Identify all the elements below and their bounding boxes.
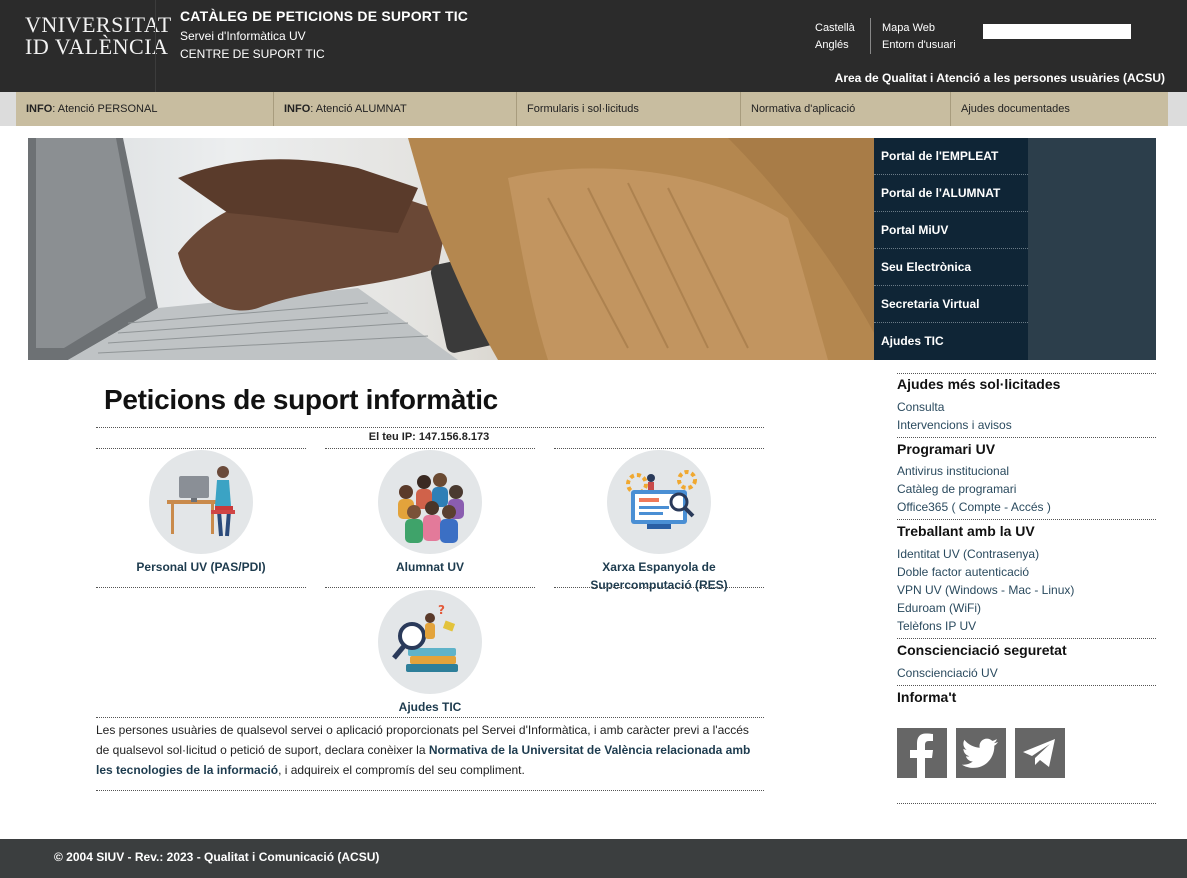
language-links: Castellà Anglés [815,20,855,54]
footer-copyright: © 2004 SIUV - Rev.: 2023 - Qualitat i Co… [54,850,380,864]
entorn-usuari-link[interactable]: Entorn d'usuari [882,37,956,54]
divider [897,519,1156,520]
portal-miuv-link[interactable]: Portal MiUV [874,212,1028,249]
main-nav: INFO: Atenció PERSONAL INFO: Atenció ALU… [0,92,1187,126]
divider [897,638,1156,639]
divider [96,790,764,791]
nav-info-personal-bold: INFO [26,103,53,115]
legal-notice: Les persones usuàries de qualsevol serve… [96,720,764,780]
search-input[interactable] [983,24,1131,39]
tile-res-label: Xarxa Espanyola de Supercomputació (RES) [590,560,728,592]
seu-electronica-link[interactable]: Seu Electrònica [874,249,1028,286]
site-subtitle-center: CENTRE DE SUPORT TIC [180,47,325,61]
sidebar-link-cataleg[interactable]: Catàleg de programari [897,482,1016,496]
nav-info-personal-label: : Atenció PERSONAL [52,103,158,115]
header-titles: CATÀLEG DE PETICIONS DE SUPORT TIC Serve… [180,8,468,62]
svg-text:?: ? [438,603,445,617]
nav-normativa[interactable]: Normativa d'aplicació [741,92,951,126]
divider [325,448,535,449]
tile-ajudes-tic-label: Ajudes TIC [398,700,462,714]
nav-formularis[interactable]: Formularis i sol·licituds [517,92,741,126]
main-nav-inner: INFO: Atenció PERSONAL INFO: Atenció ALU… [16,92,1168,126]
page-title: Peticions de suport informàtic [104,384,498,415]
nav-ajudes-documentades[interactable]: Ajudes documentades [951,92,1168,126]
portal-menu: Portal de l'EMPLEAT Portal de l'ALUMNAT … [874,138,1028,360]
lang-angles-link[interactable]: Anglés [815,37,855,54]
sidebar-heading-informat: Informa't [897,689,957,705]
nav-info-alumnat-label: : Atenció ALUMNAT [310,103,407,115]
ip-address: El teu IP: 147.156.8.173 [368,431,490,443]
divider [96,717,764,718]
secretaria-virtual-link[interactable]: Secretaria Virtual [874,286,1028,323]
site-subtitle-service: Servei d'Informàtica UV [180,29,306,43]
twitter-icon[interactable] [956,728,1006,778]
sidebar-link-consciencia[interactable]: Conscienciació UV [897,666,998,680]
tile-ajudes-tic[interactable]: ? Ajudes TIC [325,590,535,716]
sidebar-link-office365[interactable]: Office365 ( Compte - Accés ) [897,500,1051,514]
sidebar-link-antivirus[interactable]: Antivirus institucional [897,464,1009,478]
divider [554,448,764,449]
sidebar-heading-treballant: Treballant amb la UV [897,523,1035,539]
sidebar-link-eduroam[interactable]: Eduroam (WiFi) [897,601,981,615]
acsu-link[interactable]: Area de Qualitat i Atenció a les persone… [835,71,1165,85]
divider [897,685,1156,686]
site-header: VNIVERSITAT ID VALÈNCIA CATÀLEG DE PETIC… [0,0,1187,92]
sidebar-heading-ajudes: Ajudes més sol·licitades [897,376,1061,392]
logo-line2: ID VALÈNCIA [25,34,169,59]
tile-res[interactable]: Xarxa Espanyola de Supercomputació (RES) [554,450,764,594]
sidebar-link-vpn[interactable]: VPN UV (Windows - Mac - Linux) [897,583,1074,597]
nav-info-personal[interactable]: INFO: Atenció PERSONAL [16,92,274,126]
tile-alumnat-uv-label: Alumnat UV [395,560,464,574]
tile-alumnat-uv[interactable]: Alumnat UV [325,450,535,576]
divider [897,803,1156,804]
legal-notice-text-end: , i adquireix el compromís del seu compl… [278,763,525,777]
telegram-icon[interactable] [1015,728,1065,778]
university-logo[interactable]: VNIVERSITAT ID VALÈNCIA [25,12,172,60]
mapa-web-link[interactable]: Mapa Web [882,20,956,37]
lang-castella-link[interactable]: Castellà [815,20,855,37]
sidebar-link-doble-factor[interactable]: Doble factor autenticació [897,565,1029,579]
sidebar-heading-programari: Programari UV [897,441,996,457]
divider [897,373,1156,374]
divider [554,587,764,588]
header-links: Mapa Web Entorn d'usuari [882,20,956,54]
students-group-icon [378,450,482,554]
sidebar-link-telefons[interactable]: Telèfons IP UV [897,619,976,633]
portal-empleat-link[interactable]: Portal de l'EMPLEAT [874,138,1028,175]
sidebar-link-consulta[interactable]: Consulta [897,400,944,414]
divider [96,448,306,449]
supercomputing-icon [607,450,711,554]
tile-personal-uv-label: Personal UV (PAS/PDI) [136,560,266,574]
divider [325,587,535,588]
nav-info-alumnat-bold: INFO [284,103,311,115]
site-title: CATÀLEG DE PETICIONS DE SUPORT TIC [180,8,469,24]
header-divider [870,18,871,54]
help-research-icon: ? [378,590,482,694]
sidebar-link-identitat[interactable]: Identitat UV (Contrasenya) [897,547,1039,561]
tile-personal-uv[interactable]: Personal UV (PAS/PDI) [96,450,306,576]
logo-divider [155,0,156,92]
logo-line1: VNIVERSITAT [25,12,172,37]
office-worker-icon [149,450,253,554]
portal-alumnat-link[interactable]: Portal de l'ALUMNAT [874,175,1028,212]
sidebar-link-intervencions[interactable]: Intervencions i avisos [897,418,1012,432]
ajudes-tic-link[interactable]: Ajudes TIC [874,323,1028,360]
sidebar-heading-consciencia: Conscienciació seguretat [897,642,1067,658]
divider [96,587,306,588]
nav-info-alumnat[interactable]: INFO: Atenció ALUMNAT [274,92,517,126]
divider [897,437,1156,438]
facebook-icon[interactable] [897,728,947,778]
divider [96,427,764,428]
site-footer: © 2004 SIUV - Rev.: 2023 - Qualitat i Co… [0,839,1187,878]
